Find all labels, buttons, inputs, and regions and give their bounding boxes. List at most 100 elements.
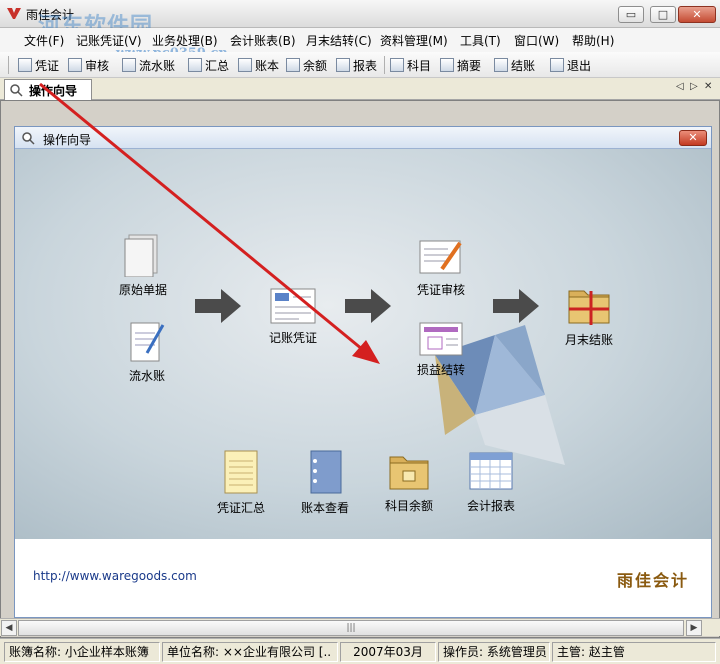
tab-wizard[interactable]: 操作向导 [4,79,92,100]
node-original-docs[interactable]: 原始单据 [119,233,167,298]
wizard-icon [10,84,23,97]
closing-icon [494,58,508,72]
toolbar-label: 汇总 [205,58,230,73]
document-tabstrip: 操作向导 ◁ ▷ ✕ [0,78,720,100]
node-label: 月末结账 [565,333,614,347]
account-icon [390,58,404,72]
wizard-footer: http://www.waregoods.com 雨佳会计 [15,539,711,617]
cashbook-icon [122,58,136,72]
node-label: 科目余额 [385,499,434,513]
toolbar-exit-button[interactable]: 退出 [550,55,591,75]
node-reports[interactable]: 会计报表 [467,451,515,514]
toolbar-voucher-button[interactable]: 凭证 [18,55,59,75]
toolbar-label: 余额 [303,58,328,73]
summary-icon [188,58,202,72]
node-profit-loss[interactable]: 损益结转 [417,321,465,378]
node-label: 凭证审核 [417,283,466,297]
status-supervisor: 主管: 赵主管 [552,642,716,662]
toolbar-label: 结账 [511,58,536,73]
exit-icon [550,58,564,72]
scroll-right-button[interactable]: ▶ [686,620,702,636]
minimize-button[interactable]: ▭ [618,6,644,23]
menu-month-end[interactable]: 月末结转(C) [306,32,372,49]
toolbar-label: 科目 [407,58,432,73]
menu-file[interactable]: 文件(F) [24,32,64,49]
horizontal-scrollbar[interactable]: ◀ ||| ▶ [0,618,720,636]
binder-icon [310,450,342,494]
flow-arrow-icon [493,289,539,323]
memo-icon [440,58,454,72]
node-label: 凭证汇总 [217,501,266,515]
workflow-canvas: 原始单据 流水账 记账凭证 凭证审核 损益结转 月末结账 凭证汇总 账本查看 科… [15,149,711,539]
toolbar-label: 流水账 [139,58,176,73]
spreadsheet-icon [469,452,513,490]
wizard-window: 操作向导 ✕ 原始单据 流水账 记账凭证 凭证审核 损益结转 月末结账 凭证汇总… [14,126,712,618]
flow-arrow-icon [345,289,391,323]
close-button[interactable]: ✕ [678,6,716,23]
balance-icon [286,58,300,72]
node-ledger-view[interactable]: 账本查看 [301,447,349,516]
toolbar-closing-button[interactable]: 结账 [494,55,535,75]
toolbar-label: 报表 [353,58,378,73]
status-bar: 账簿名称: 小企业样本账簿 单位名称: ××企业有限公司 [.. 2007年03… [0,638,720,664]
toolbar: 凭证 审核 流水账 汇总 账本 余额 报表 科目 摘要 结账 退出 [0,52,720,78]
toolbar-audit-button[interactable]: 审核 [68,55,109,75]
tab-scroll-left-icon[interactable]: ◁ [676,81,684,92]
wizard-title-bar: 操作向导 ✕ [15,127,711,149]
tab-close-icon[interactable]: ✕ [704,81,712,92]
website-link[interactable]: http://www.waregoods.com [33,569,197,583]
toolbar-label: 摘要 [457,58,482,73]
toolbar-label: 退出 [567,58,592,73]
node-voucher[interactable]: 记账凭证 [269,287,317,346]
title-bar: 雨佳会计 河东软件园 ▭ □ ✕ [0,0,720,39]
wizard-icon [22,132,35,145]
toolbar-separator [384,56,385,74]
folder-icon [389,456,429,490]
menu-tools[interactable]: 工具(T) [460,32,501,49]
report-icon [336,58,350,72]
wizard-close-button[interactable]: ✕ [679,130,707,146]
toolbar-summary-button[interactable]: 汇总 [188,55,229,75]
menu-data[interactable]: 资料管理(M) [380,32,448,49]
node-month-end[interactable]: 月末结账 [565,283,613,348]
toolbar-label: 账本 [255,58,280,73]
node-voucher-summary[interactable]: 凭证汇总 [217,447,265,516]
scroll-left-button[interactable]: ◀ [1,620,17,636]
node-label: 损益结转 [417,363,466,377]
tab-scroll-right-icon[interactable]: ▷ [690,81,698,92]
flow-arrow-icon [195,289,241,323]
node-account-balance[interactable]: 科目余额 [385,451,433,514]
status-unit: 单位名称: ××企业有限公司 [.. [162,642,338,662]
toolbar-label: 审核 [85,58,110,73]
menu-window[interactable]: 窗口(W) [514,32,559,49]
toolbar-account-button[interactable]: 科目 [390,55,431,75]
node-cashbook[interactable]: 流水账 [127,319,167,384]
toolbar-ledger-button[interactable]: 账本 [238,55,279,75]
audit-pencil-icon [419,240,462,274]
ledger-icon [238,58,252,72]
audit-icon [68,58,82,72]
status-period: 2007年03月 [340,642,436,662]
scroll-thumb[interactable]: ||| [18,620,684,636]
node-label: 账本查看 [301,501,350,515]
node-label: 流水账 [128,369,165,383]
toolbar-grip [8,56,9,74]
node-label: 原始单据 [119,283,168,297]
closed-folder-icon [568,290,610,325]
menu-help[interactable]: 帮助(H) [572,32,614,49]
voucher-icon [18,58,32,72]
wizard-title: 操作向导 [43,133,92,147]
status-book: 账簿名称: 小企业样本账簿 [4,642,160,662]
toolbar-cashbook-button[interactable]: 流水账 [122,55,175,75]
toolbar-memo-button[interactable]: 摘要 [440,55,481,75]
transfer-form-icon [419,322,463,356]
toolbar-balance-button[interactable]: 余额 [286,55,327,75]
node-label: 记账凭证 [269,331,318,345]
toolbar-report-button[interactable]: 报表 [336,55,377,75]
document-stack-icon [124,234,158,277]
status-operator: 操作员: 系统管理员 [438,642,550,662]
node-voucher-audit[interactable]: 凭证审核 [417,237,465,298]
menu-ledgers[interactable]: 会计账表(B) [230,32,296,49]
voucher-form-icon [270,288,316,324]
maximize-button[interactable]: □ [650,6,676,23]
